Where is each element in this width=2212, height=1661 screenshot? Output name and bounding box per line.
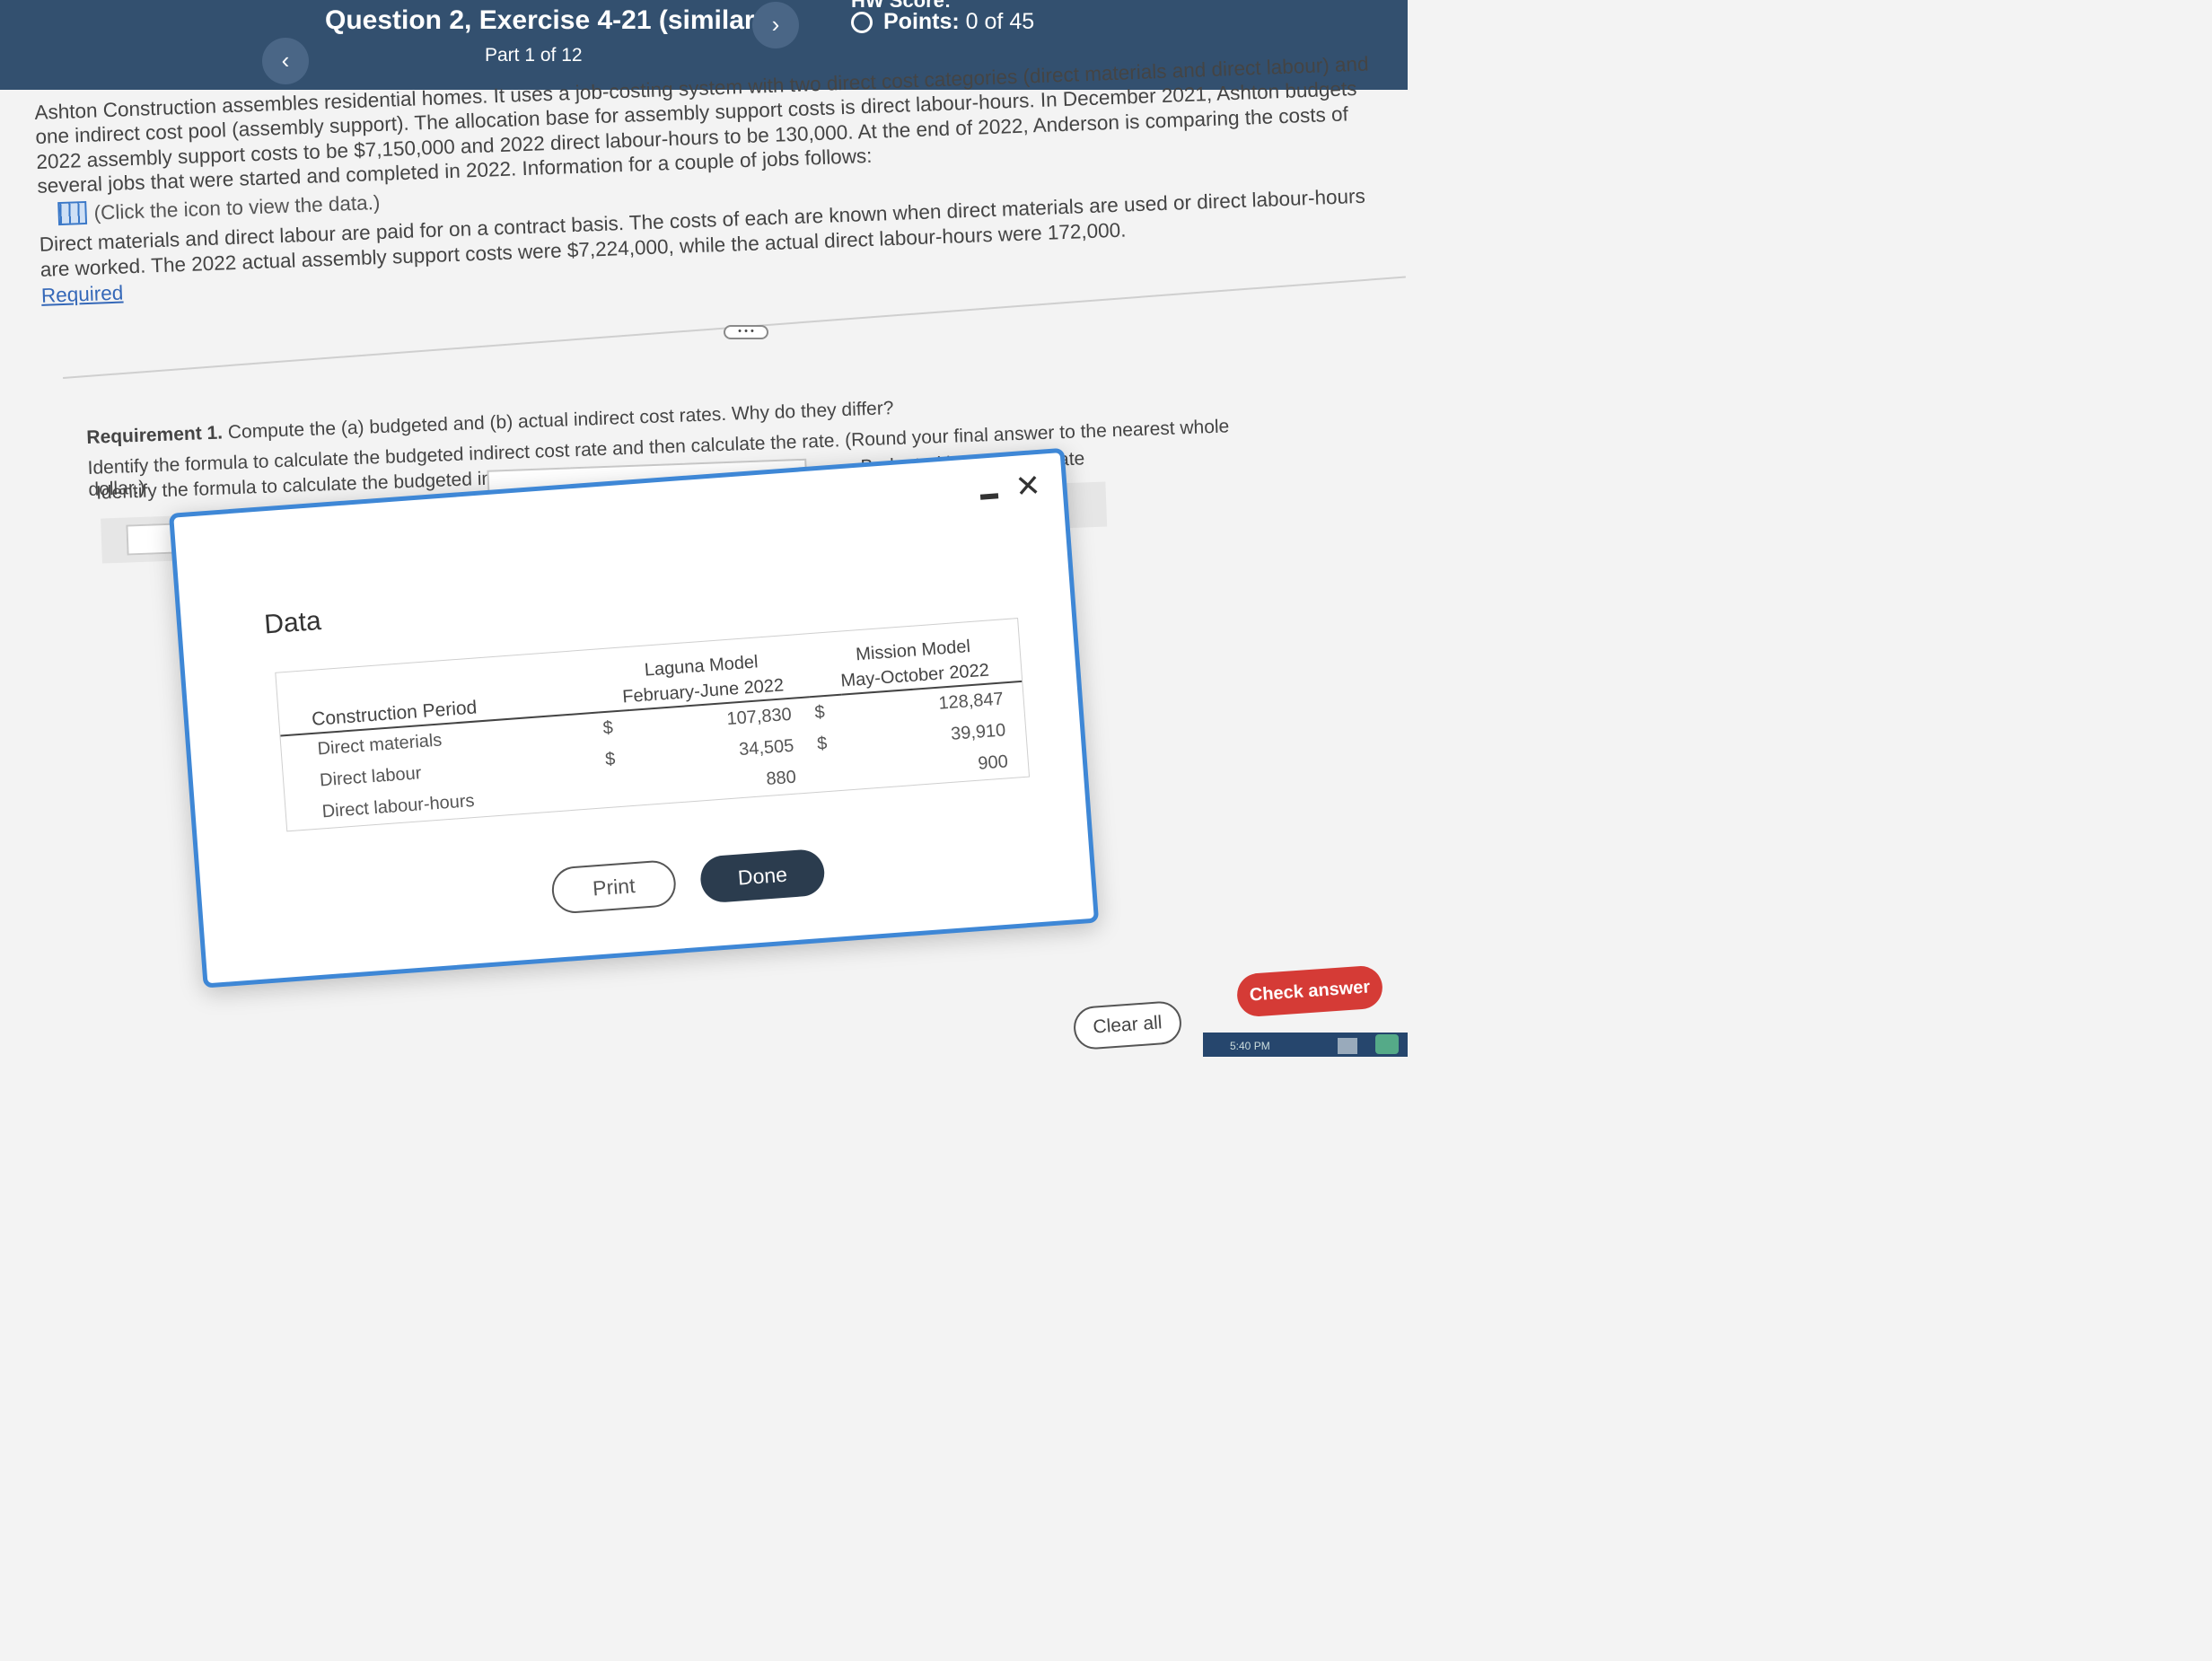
print-button[interactable]: Print [550,858,678,915]
points-label: Points: [883,9,960,34]
clear-all-button[interactable]: Clear all [1072,999,1183,1051]
previous-question-button[interactable]: ‹ [262,38,309,84]
currency-symbol [603,774,637,808]
taskbar: 5:40 PM [1203,1033,1408,1057]
taskbar-app-icon[interactable] [1375,1034,1399,1054]
chevron-right-icon: › [771,11,780,38]
chevron-left-icon: ‹ [281,47,290,74]
requirement-label: Requirement 1. [86,422,224,448]
question-part: Part 1 of 12 [485,45,583,66]
currency-symbol: $ [604,749,617,770]
currency-symbol: $ [816,734,829,754]
currency-symbol: $ [813,702,826,723]
data-dialog: ✕ Data Laguna Model Mission Model Constr… [169,447,1100,989]
progress-ring-icon [851,11,873,33]
table-icon[interactable] [57,201,88,226]
question-title: Question 2, Exercise 4-21 (similar to) [325,5,797,35]
dialog-buttons: Print Done [550,848,827,915]
taskbar-clock: 5:40 PM [1230,1040,1270,1052]
required-link[interactable]: Required [41,282,124,307]
dialog-title: Data [263,605,322,640]
taskbar-app-icon[interactable] [1338,1038,1357,1054]
currency-symbol [814,758,848,792]
next-question-button[interactable]: › [752,2,799,48]
close-icon[interactable]: ✕ [1014,469,1042,505]
job-data-table: Laguna Model Mission Model Construction … [275,618,1031,832]
expand-more-button[interactable]: • • • [724,325,768,339]
check-answer-button[interactable]: Check answer [1235,964,1384,1018]
minimize-icon[interactable] [979,493,999,500]
done-button[interactable]: Done [698,848,827,904]
problem-statement: Ashton Construction assembles residentia… [34,51,1388,310]
points-value: 0 of 45 [965,9,1035,34]
currency-symbol: $ [601,717,614,739]
points-indicator: Points: 0 of 45 [851,9,1034,35]
